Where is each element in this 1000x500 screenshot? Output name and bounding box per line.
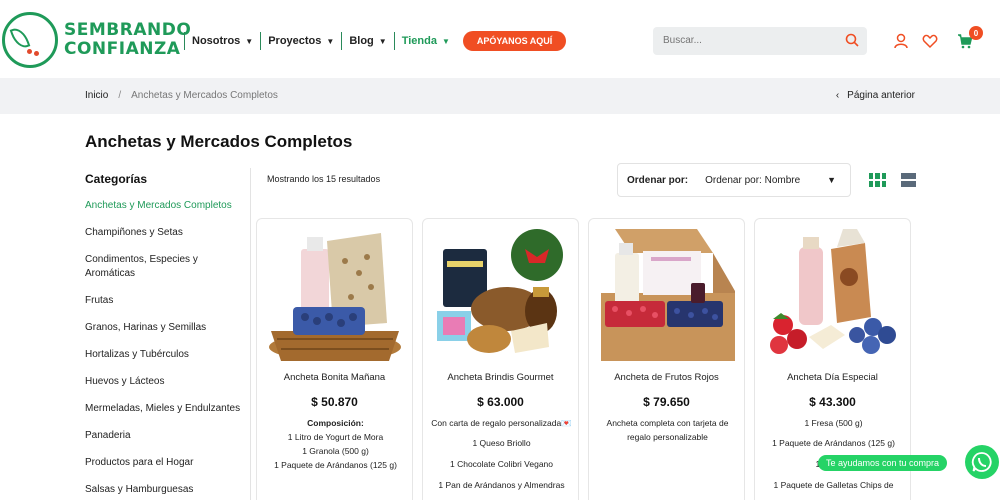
support-button[interactable]: APÓYANOS AQUÍ [462, 31, 567, 51]
product-price: $ 79.650 [643, 395, 690, 409]
sidebar-item-granos[interactable]: Granos, Harinas y Semillas [85, 321, 245, 335]
list-view-icon[interactable] [901, 173, 916, 187]
grid-view-icon[interactable] [869, 173, 886, 187]
sidebar-item-champinones[interactable]: Champiñones y Setas [85, 226, 245, 240]
chevron-down-icon: ▼ [378, 36, 387, 46]
sidebar-item-hogar[interactable]: Productos para el Hogar [85, 456, 245, 470]
product-name[interactable]: Ancheta Brindis Gourmet [423, 372, 578, 383]
main-nav: Nosotros ▼ Proyectos ▼ Blog ▼ Tienda ▼ APÓYA… [184, 30, 567, 52]
breadcrumb: Inicio / Anchetas y Mercados Completos [85, 90, 278, 101]
product-price: $ 43.300 [809, 395, 856, 409]
sort-value: Ordenar por: Nombre [705, 174, 801, 186]
result-count: Mostrando los 15 resultados [267, 174, 381, 184]
logo-text: SEMBRANDO CONFIANZA [64, 20, 192, 59]
product-name[interactable]: Ancheta Bonita Mañana [257, 372, 412, 383]
sidebar-item-frutas[interactable]: Frutas [85, 294, 245, 308]
sort-select[interactable]: Ordenar por: Ordenar por: Nombre ▼ [617, 163, 851, 197]
nav-item-blog[interactable]: Blog ▼ [341, 32, 393, 50]
sort-label: Ordenar por: [627, 174, 689, 186]
site-header: SEMBRANDO CONFIANZA Nosotros ▼ Proyectos ▼… [0, 0, 1000, 78]
product-card[interactable]: Ancheta Brindis Gourmet $ 63.000 Con car… [422, 218, 579, 500]
product-card[interactable]: Ancheta de Frutos Rojos $ 79.650 Ancheta… [588, 218, 745, 500]
brand-logo[interactable]: SEMBRANDO CONFIANZA [2, 12, 191, 68]
chevron-down-icon: ▼ [245, 36, 254, 46]
chevron-down-icon: ▼ [827, 175, 836, 185]
chevron-down-icon: ▼ [441, 36, 450, 46]
product-card[interactable]: Ancheta Bonita Mañana $ 50.870 Composici… [256, 218, 413, 500]
user-icon[interactable] [893, 33, 909, 49]
sidebar-item-anchetas[interactable]: Anchetas y Mercados Completos [85, 199, 245, 213]
search-bar [653, 27, 867, 55]
sidebar-item-panaderia[interactable]: Panaderia [85, 429, 245, 443]
nav-item-proyectos[interactable]: Proyectos ▼ [260, 32, 341, 50]
nav-item-nosotros[interactable]: Nosotros ▼ [184, 32, 260, 50]
sidebar-item-salsas[interactable]: Salsas y Hamburguesas [85, 483, 245, 497]
product-price: $ 50.870 [311, 395, 358, 409]
sidebar-item-condimentos[interactable]: Condimentos, Especies y Aromáticas [85, 253, 245, 281]
breadcrumb-separator: / [118, 90, 122, 101]
product-price: $ 63.000 [477, 395, 524, 409]
nav-item-tienda[interactable]: Tienda ▼ [393, 32, 457, 50]
heart-icon[interactable] [922, 33, 938, 49]
product-description: Ancheta completa con tarjeta de regalo p… [606, 418, 729, 442]
product-image [770, 229, 896, 354]
search-input[interactable] [663, 35, 823, 46]
chevron-left-icon: ‹ [835, 90, 840, 101]
product-description: Con carta de regalo personalizada💌 1 Que… [431, 418, 572, 490]
category-sidebar: Categorías Anchetas y Mercados Completos… [85, 172, 245, 500]
product-image [437, 229, 563, 353]
breadcrumb-current: Anchetas y Mercados Completos [131, 90, 278, 101]
sidebar-item-mermeladas[interactable]: Mermeladas, Mieles y Endulzantes [85, 402, 245, 416]
previous-page-link[interactable]: ‹ Página anterior [836, 90, 915, 101]
search-icon[interactable] [845, 33, 859, 47]
sidebar-divider [250, 168, 251, 500]
whatsapp-button[interactable] [965, 445, 999, 479]
previous-page-label: Página anterior [847, 90, 915, 101]
whatsapp-icon [971, 452, 992, 472]
product-image [601, 229, 735, 361]
breadcrumb-home-link[interactable]: Inicio [85, 90, 108, 101]
product-name[interactable]: Ancheta Día Especial [755, 372, 910, 383]
breadcrumb-bar: Inicio / Anchetas y Mercados Completos ‹… [0, 78, 1000, 114]
logo-mark-icon [2, 12, 58, 68]
sidebar-title: Categorías [85, 172, 148, 186]
product-description: Composición: 1 Litro de Yogurt de Mora 1… [274, 418, 397, 470]
sidebar-item-hortalizas[interactable]: Hortalizas y Tubérculos [85, 348, 245, 362]
page-title: Anchetas y Mercados Completos [85, 132, 353, 151]
chevron-down-icon: ▼ [326, 36, 335, 46]
cart-count-badge: 0 [969, 26, 983, 40]
product-name[interactable]: Ancheta de Frutos Rojos [589, 372, 744, 383]
chat-help-label[interactable]: Te ayudamos con tu compra [818, 455, 948, 471]
sidebar-item-huevos[interactable]: Huevos y Lácteos [85, 375, 245, 389]
product-image [269, 233, 401, 361]
